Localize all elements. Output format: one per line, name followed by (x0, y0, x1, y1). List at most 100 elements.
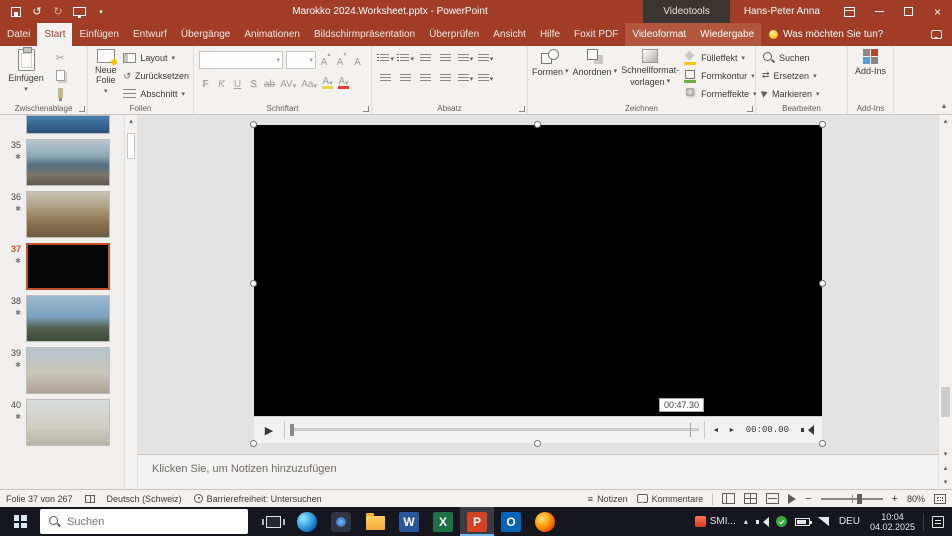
slide-video-frame[interactable]: ▶ ◄ ► 00:00.00 00:47.30 (250, 121, 826, 447)
reset-button[interactable]: ↺ Zurücksetzen (123, 69, 189, 84)
addins-button[interactable]: Add-Ins (852, 49, 889, 101)
search-input[interactable] (67, 515, 239, 528)
selection-handle[interactable] (534, 440, 541, 447)
replace-button[interactable]: ⇄ Ersetzen ▾ (762, 68, 841, 83)
paste-button[interactable]: Einfügen ▾ (4, 47, 48, 101)
view-normal-button[interactable] (722, 493, 736, 504)
tab-foxit-pdf[interactable]: Foxit PDF (567, 23, 625, 46)
tab-hilfe[interactable]: Hilfe (533, 23, 567, 46)
language-status[interactable]: Deutsch (Schweiz) (107, 494, 182, 504)
excel-app-button[interactable]: X (426, 507, 460, 536)
selection-handle[interactable] (819, 280, 826, 287)
slide-thumbnail-item-selected[interactable]: 37 ✱ (0, 243, 120, 290)
tab-ansicht[interactable]: Ansicht (486, 23, 533, 46)
tell-me-box[interactable]: Was möchten Sie tun? (769, 23, 883, 46)
zoom-level[interactable]: 80% (907, 494, 925, 504)
video-seek-bar[interactable] (288, 421, 701, 439)
taskbar-search[interactable] (40, 509, 248, 534)
view-slideshow-button[interactable] (788, 493, 797, 504)
volume-tray-icon[interactable] (755, 516, 769, 527)
slide-thumbnail-item[interactable]: 35 ✱ (0, 139, 120, 186)
underline-button[interactable]: U (231, 74, 244, 90)
scrollbar-thumb[interactable] (941, 387, 950, 417)
notes-toggle-button[interactable]: ≡ Notizen (588, 494, 628, 504)
selection-handle[interactable] (250, 121, 257, 128)
italic-button[interactable]: K (215, 74, 228, 90)
convert-smartart-button[interactable]: ▾ (477, 72, 494, 86)
edge-app-button[interactable] (290, 507, 324, 536)
dialog-launcher[interactable] (79, 106, 85, 112)
undo-button[interactable]: ↺ (31, 5, 43, 19)
selection-handle[interactable] (534, 121, 541, 128)
slide-thumbnail-item[interactable]: 36 ✱ (0, 191, 120, 238)
antivirus-tray-icon[interactable] (775, 516, 787, 527)
next-slide-button[interactable]: ▾ (939, 475, 952, 489)
slide-canvas[interactable]: ▶ ◄ ► 00:00.00 00:47.30 (138, 115, 938, 454)
shape-effects-button[interactable]: Formeffekte ▾ (683, 86, 757, 101)
task-view-button[interactable] (256, 507, 290, 536)
shrink-font-button[interactable]: A ▾ (335, 52, 348, 68)
tab-bildschirmpraesentation[interactable]: Bildschirmpräsentation (307, 23, 422, 46)
shapes-button[interactable]: Formen ▾ (532, 49, 569, 101)
dialog-launcher[interactable] (363, 106, 369, 112)
increase-indent-button[interactable] (437, 52, 454, 66)
new-slide-button[interactable]: Neue Folie ▾ (92, 49, 119, 101)
scrollbar-thumb[interactable] (127, 133, 135, 159)
strikethrough-button[interactable]: ab (263, 74, 276, 90)
keyboard-language[interactable]: DEU (837, 516, 862, 527)
powerpoint-app-button[interactable]: P (460, 507, 494, 536)
maximize-button[interactable] (894, 0, 923, 23)
scroll-up-button[interactable]: ▴ (939, 115, 952, 127)
firefox-app-button[interactable] (528, 507, 562, 536)
font-size-combo[interactable]: ▾ (286, 51, 316, 69)
word-app-button[interactable]: W (392, 507, 426, 536)
battery-tray-icon[interactable] (794, 517, 812, 526)
qat-customize-button[interactable]: ▾ (95, 5, 107, 19)
start-slideshow-button[interactable] (73, 5, 86, 19)
zoom-slider-thumb[interactable] (856, 493, 862, 504)
slide-thumbnail-item[interactable]: 38 ✱ (0, 295, 120, 342)
minimize-button[interactable] (865, 0, 894, 23)
seek-knob[interactable] (290, 424, 294, 436)
spellcheck-icon[interactable] (84, 494, 95, 503)
move-forward-button[interactable]: ► (724, 427, 740, 434)
highlight-color-button[interactable]: A ▾ (321, 74, 334, 90)
tab-datei[interactable]: Datei (0, 23, 37, 46)
change-case-button[interactable]: Aa ▾ (300, 74, 318, 90)
text-direction-button[interactable]: ▾ (477, 52, 494, 66)
character-spacing-button[interactable]: AV ▾ (279, 74, 297, 90)
cut-button[interactable]: ✂ (52, 52, 68, 65)
zoom-slider[interactable] (820, 493, 883, 504)
bold-button[interactable]: F (199, 74, 212, 90)
tray-expand-button[interactable]: ▴ (744, 517, 748, 526)
font-name-combo[interactable]: ▾ (199, 51, 283, 69)
panel-scrollbar[interactable]: ▴ (124, 115, 138, 489)
previous-slide-button[interactable]: ▴ (939, 461, 952, 475)
zoom-in-button[interactable]: + (892, 493, 898, 504)
feedback-button[interactable] (931, 23, 942, 46)
accessibility-status[interactable]: Barrierefreiheit: Untersuchen (193, 494, 322, 504)
bullets-button[interactable]: ▾ (377, 52, 394, 66)
vertical-scrollbar[interactable]: ▴ ▾ ▴ ▾ (938, 115, 952, 489)
columns-button[interactable]: ▾ (457, 72, 474, 86)
tab-uebergaenge[interactable]: Übergänge (174, 23, 237, 46)
tab-start[interactable]: Start (37, 23, 73, 46)
selection-handle[interactable] (819, 440, 826, 447)
shape-fill-button[interactable]: Fülleffekt ▾ (683, 51, 756, 66)
ribbon-display-options-button[interactable] (844, 6, 855, 17)
mute-button[interactable] (801, 425, 814, 435)
text-shadow-button[interactable]: S (247, 74, 260, 90)
collapse-ribbon-button[interactable]: ▴ (942, 101, 946, 110)
align-center-button[interactable] (397, 72, 414, 86)
outlook-app-button[interactable]: O (494, 507, 528, 536)
comments-button[interactable]: Kommentare (636, 494, 703, 504)
redo-button[interactable]: ↻ (52, 5, 64, 19)
grow-font-button[interactable]: A ▴ (319, 52, 332, 68)
tray-app-smi[interactable]: SMI... (694, 516, 736, 527)
selection-handle[interactable] (250, 440, 257, 447)
numbering-button[interactable]: ▾ (397, 52, 414, 66)
tab-einfuegen[interactable]: Einfügen (72, 23, 125, 46)
clear-formatting-button[interactable]: A (351, 52, 364, 68)
align-left-button[interactable] (377, 72, 394, 86)
layout-button[interactable]: Layout ▾ (123, 51, 189, 66)
